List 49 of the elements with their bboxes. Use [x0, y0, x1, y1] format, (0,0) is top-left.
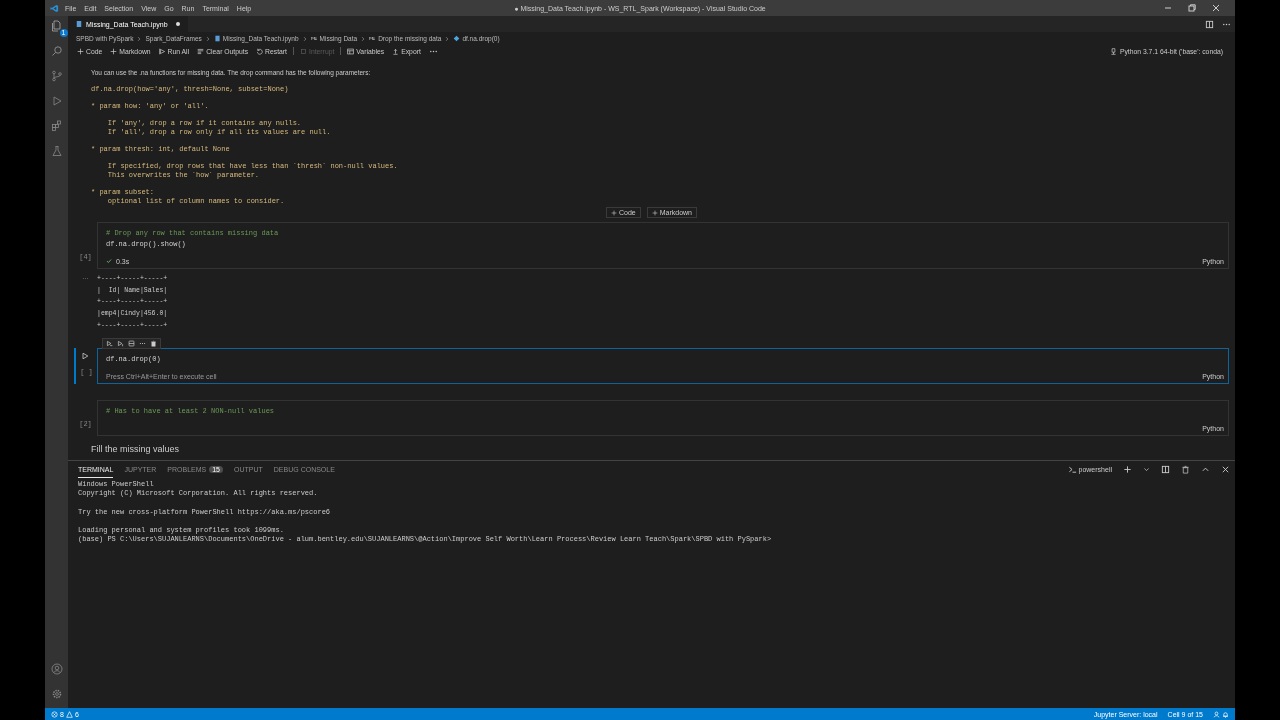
lines-icon: [197, 47, 205, 55]
table-icon: [347, 47, 355, 55]
terminal-icon: [1067, 465, 1077, 474]
split-editor-icon[interactable]: [1205, 19, 1214, 29]
markdown-icon: [369, 35, 377, 42]
restart-icon: [256, 47, 264, 55]
plus-icon[interactable]: [1123, 465, 1132, 474]
source-control-icon[interactable]: [50, 70, 63, 82]
search-icon[interactable]: [50, 45, 63, 57]
plus-icon: [77, 47, 84, 55]
split-cell-icon[interactable]: [128, 339, 135, 347]
run-debug-icon[interactable]: [50, 95, 63, 107]
cube-icon: [453, 35, 461, 42]
warning-icon[interactable]: [65, 710, 73, 718]
split-terminal-icon[interactable]: [1161, 465, 1170, 474]
chevron-icon: [302, 35, 307, 42]
delete-icon[interactable]: [150, 339, 157, 347]
person-icon[interactable]: [1213, 710, 1220, 718]
trash-icon[interactable]: [1181, 465, 1190, 474]
chevron-icon: [361, 35, 366, 42]
server-icon: [1109, 47, 1117, 55]
run-cell-icon[interactable]: [81, 351, 89, 360]
markdown-heading: Fill the missing values: [90, 443, 181, 454]
stop-icon: [300, 47, 307, 55]
plus-icon: [651, 209, 658, 216]
chevron-icon: [137, 35, 142, 42]
chevron-icon: [205, 35, 210, 42]
run-all-icon: [158, 47, 166, 55]
chevron-icon: [445, 35, 450, 42]
plus-icon: [611, 209, 617, 216]
close-icon[interactable]: [1221, 465, 1230, 474]
check-icon: [106, 258, 112, 265]
run-above-icon[interactable]: [106, 339, 113, 347]
restore-icon[interactable]: [1187, 3, 1197, 13]
chevron-up-icon[interactable]: [1201, 465, 1210, 474]
run-below-icon[interactable]: [117, 339, 124, 347]
account-icon[interactable]: [50, 663, 63, 675]
chevron-down-icon[interactable]: [1143, 465, 1150, 474]
notebook-file-icon: [76, 20, 82, 28]
close-icon[interactable]: [1211, 3, 1221, 13]
markdown-icon: [310, 35, 318, 42]
extensions-icon[interactable]: [50, 120, 63, 132]
flask-icon[interactable]: [50, 145, 63, 157]
vscode-logo-icon: [50, 3, 59, 13]
notebook-file-icon: [213, 35, 221, 42]
export-icon: [392, 47, 400, 55]
files-icon[interactable]: [50, 20, 63, 32]
bell-icon[interactable]: [1222, 710, 1229, 718]
plus-icon: [110, 47, 118, 55]
